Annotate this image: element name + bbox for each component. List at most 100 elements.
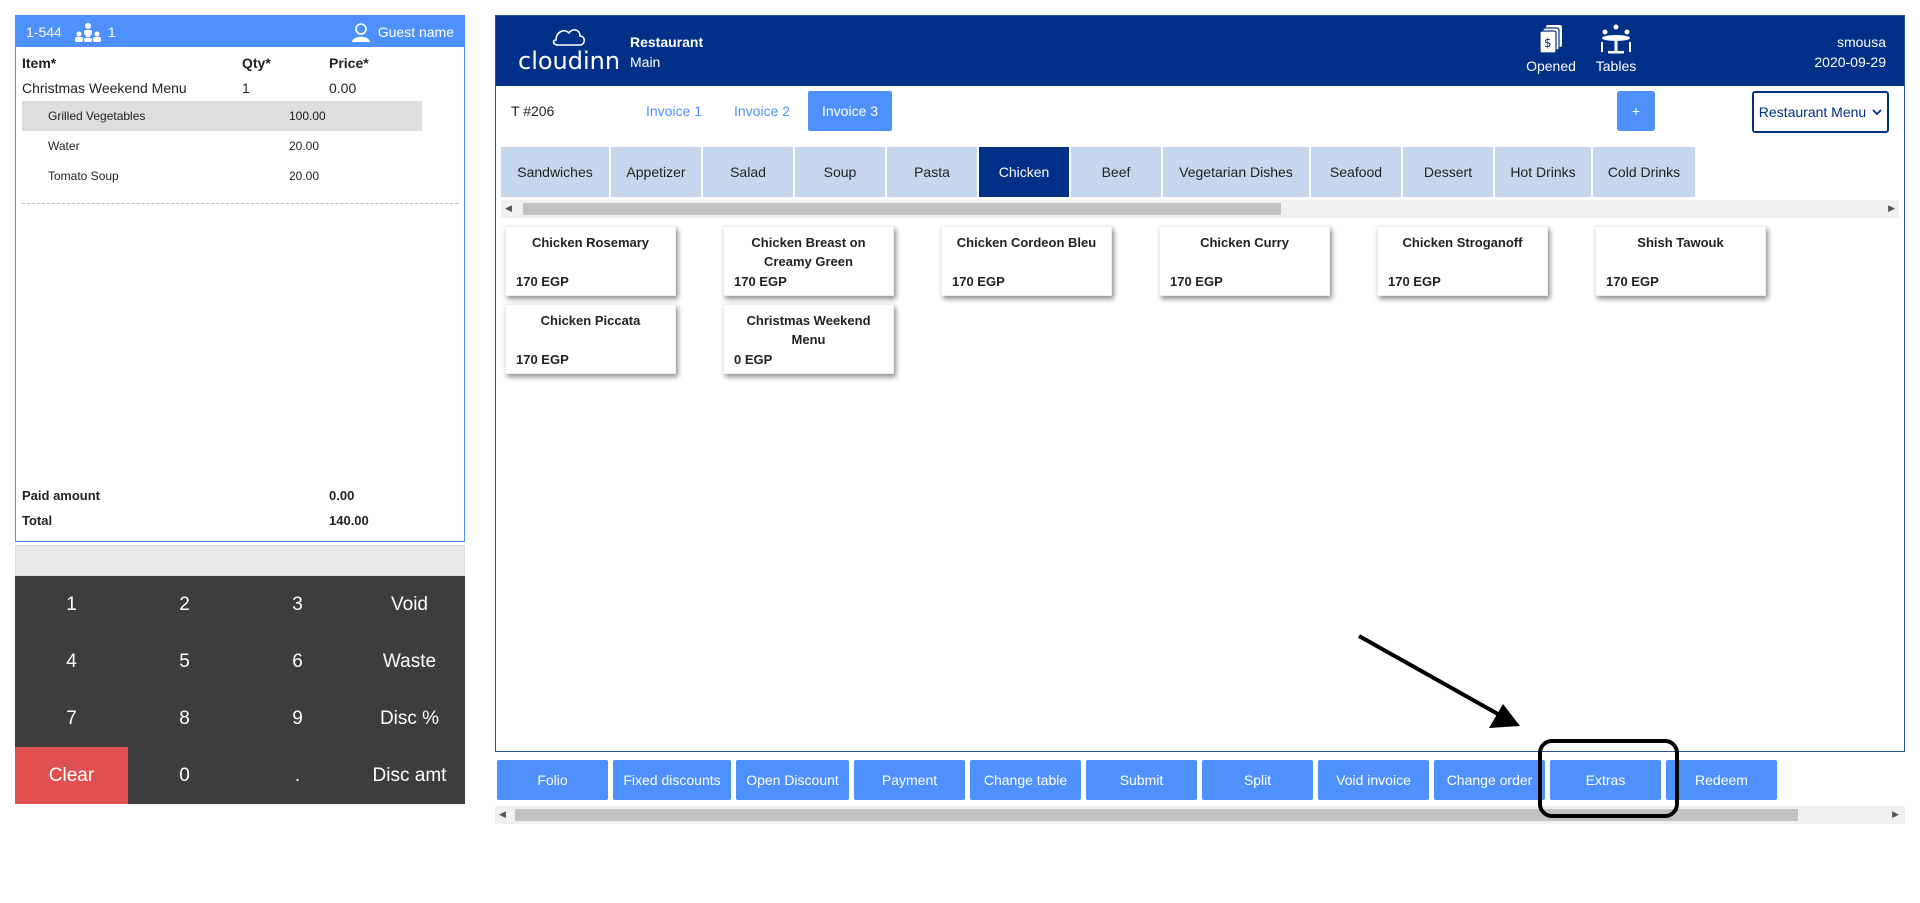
key-3[interactable]: 3	[241, 576, 354, 633]
product-card[interactable]: Chicken Cordeon Bleu 170 EGP	[941, 226, 1112, 296]
scrollbar-thumb[interactable]	[523, 203, 1281, 215]
change-table-button[interactable]: Change table	[970, 760, 1081, 800]
key-9[interactable]: 9	[241, 690, 354, 747]
key-clear[interactable]: Clear	[15, 747, 128, 804]
product-card[interactable]: Chicken Breast on Creamy Green 170 EGP	[723, 226, 894, 296]
submit-button[interactable]: Submit	[1086, 760, 1197, 800]
cloudinn-logo: cloudinn	[518, 29, 620, 75]
guest-count[interactable]: 1	[74, 22, 116, 42]
key-disc-percent[interactable]: Disc %	[354, 690, 465, 747]
scroll-right-icon[interactable]: ▶	[1888, 203, 1895, 214]
scroll-left-icon[interactable]: ◀	[505, 203, 512, 214]
tables-icon	[1601, 24, 1631, 54]
redeem-button[interactable]: Redeem	[1666, 760, 1777, 800]
product-price: 170 EGP	[1606, 274, 1659, 289]
item-header: Item*	[22, 55, 57, 71]
menu-select[interactable]: Restaurant Menu	[1752, 91, 1889, 133]
scroll-left-icon[interactable]: ◀	[499, 809, 506, 820]
scroll-right-icon[interactable]: ▶	[1892, 809, 1899, 820]
product-name: Chicken Cordeon Bleu	[956, 235, 1097, 250]
category-appetizer[interactable]: Appetizer	[611, 147, 701, 197]
tables-button[interactable]: Tables	[1581, 24, 1651, 74]
change-order-button[interactable]: Change order	[1434, 760, 1545, 800]
product-name: Chicken Rosemary	[531, 235, 650, 250]
pos-screen: 1-544 1 Guest name Item* Qty* Price* Chr…	[0, 0, 1920, 903]
guest-name-button[interactable]: Guest name	[350, 22, 454, 42]
product-card[interactable]: Chicken Curry 170 EGP	[1159, 226, 1330, 296]
category-cold-drinks[interactable]: Cold Drinks	[1593, 147, 1695, 197]
category-chicken[interactable]: Chicken	[979, 147, 1069, 197]
table-code: 1-544	[26, 23, 62, 40]
category-hot-drinks[interactable]: Hot Drinks	[1495, 147, 1591, 197]
key-5[interactable]: 5	[128, 633, 241, 690]
annotation-highlight-box	[1538, 739, 1679, 818]
tab-invoice-2[interactable]: Invoice 2	[720, 91, 804, 131]
key-4[interactable]: 4	[15, 633, 128, 690]
opened-label: Opened	[1526, 58, 1576, 74]
ticket-divider	[22, 203, 458, 204]
key-0[interactable]: 0	[128, 747, 241, 804]
product-card[interactable]: Chicken Stroganoff 170 EGP	[1377, 226, 1548, 296]
product-card[interactable]: Shish Tawouk 170 EGP	[1595, 226, 1766, 296]
user-info: smousa 2020-09-29	[1814, 32, 1886, 72]
menu-select-value: Restaurant Menu	[1758, 104, 1867, 120]
price-header: Price*	[329, 55, 369, 71]
void-invoice-button[interactable]: Void invoice	[1318, 760, 1429, 800]
key-7[interactable]: 7	[15, 690, 128, 747]
open-discount-button[interactable]: Open Discount	[736, 760, 849, 800]
qty-header: Qty*	[242, 55, 271, 71]
business-date: 2020-09-29	[1814, 54, 1886, 70]
product-name: Chicken Curry	[1200, 235, 1289, 250]
line-item-price: 0.00	[329, 79, 357, 96]
key-disc-amount[interactable]: Disc amt	[354, 747, 465, 804]
total-row: Total 140.00	[22, 513, 442, 528]
payment-button[interactable]: Payment	[854, 760, 965, 800]
product-name: Chicken Stroganoff	[1402, 235, 1523, 250]
ticket-sub-item[interactable]: Grilled Vegetables 100.00	[22, 101, 422, 131]
add-invoice-button[interactable]: +	[1617, 91, 1655, 131]
key-6[interactable]: 6	[241, 633, 354, 690]
sub-item-name: Water	[48, 139, 80, 153]
key-8[interactable]: 8	[128, 690, 241, 747]
category-salad[interactable]: Salad	[703, 147, 793, 197]
ticket-header: 1-544 1 Guest name	[16, 16, 464, 47]
product-name: Shish Tawouk	[1637, 235, 1724, 250]
tab-invoice-1[interactable]: Invoice 1	[632, 91, 716, 131]
ticket-line-item[interactable]: Christmas Weekend Menu 1 0.00	[16, 74, 464, 101]
category-dessert[interactable]: Dessert	[1403, 147, 1493, 197]
category-pasta[interactable]: Pasta	[887, 147, 977, 197]
category-beef[interactable]: Beef	[1071, 147, 1161, 197]
category-scrollbar[interactable]: ◀ ▶	[501, 200, 1899, 218]
ticket-sub-item[interactable]: Water 20.00	[22, 131, 422, 161]
product-price: 170 EGP	[734, 274, 787, 289]
tab-invoice-3[interactable]: Invoice 3	[808, 91, 893, 131]
key-waste[interactable]: Waste	[354, 633, 465, 690]
product-name: Chicken Breast on Creamy Green	[751, 235, 866, 269]
category-vegetarian-dishes[interactable]: Vegetarian Dishes	[1163, 147, 1309, 197]
opened-button[interactable]: $ Opened	[1516, 24, 1586, 74]
sub-item-price: 20.00	[289, 169, 320, 183]
category-soup[interactable]: Soup	[795, 147, 885, 197]
product-card[interactable]: Chicken Piccata 170 EGP	[505, 304, 676, 374]
outlet-name: Restaurant	[630, 34, 704, 50]
paid-amount-label: Paid amount	[22, 488, 101, 503]
folio-button[interactable]: Folio	[497, 760, 608, 800]
action-scrollbar[interactable]: ◀ ▶	[495, 806, 1905, 824]
category-seafood[interactable]: Seafood	[1311, 147, 1401, 197]
key-2[interactable]: 2	[128, 576, 241, 633]
opened-invoices-icon: $	[1539, 25, 1562, 54]
product-card[interactable]: Chicken Rosemary 170 EGP	[505, 226, 676, 296]
logo-text: cloudinn	[518, 47, 620, 75]
split-button[interactable]: Split	[1202, 760, 1313, 800]
sub-item-name: Tomato Soup	[48, 169, 119, 183]
product-card[interactable]: Christmas Weekend Menu 0 EGP	[723, 304, 894, 374]
fixed-discounts-button[interactable]: Fixed discounts	[613, 760, 731, 800]
category-tabs: Sandwiches Appetizer Salad Soup Pasta Ch…	[501, 147, 1695, 197]
key-void[interactable]: Void	[354, 576, 465, 633]
ticket-sub-item[interactable]: Tomato Soup 20.00	[22, 161, 422, 191]
section-name: Main	[630, 54, 661, 70]
key-1[interactable]: 1	[15, 576, 128, 633]
key-dot[interactable]: .	[241, 747, 354, 804]
chevron-down-icon	[1872, 109, 1882, 116]
category-sandwiches[interactable]: Sandwiches	[501, 147, 609, 197]
